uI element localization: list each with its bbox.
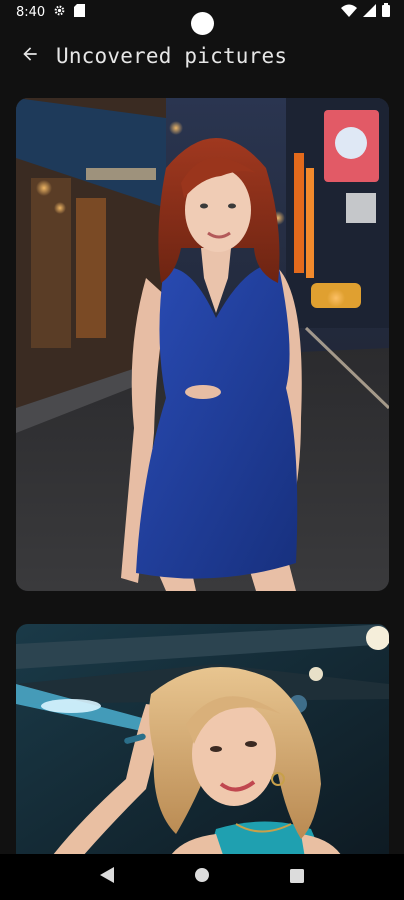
screen: 8:40 Uncovered pictures bbox=[0, 0, 404, 900]
gallery-item[interactable] bbox=[16, 98, 389, 591]
app-bar: Uncovered pictures bbox=[0, 28, 404, 84]
signal-icon bbox=[363, 3, 376, 21]
photo-woman-blue-dress bbox=[16, 98, 389, 591]
nav-back-button[interactable] bbox=[92, 862, 122, 892]
battery-icon bbox=[382, 3, 390, 21]
sim-card-icon bbox=[74, 3, 86, 21]
status-time: 8:40 bbox=[16, 4, 46, 20]
wifi-icon bbox=[341, 4, 357, 21]
page-title: Uncovered pictures bbox=[56, 44, 288, 68]
back-triangle-icon bbox=[100, 867, 115, 887]
gear-icon bbox=[53, 4, 66, 21]
photo-woman-blonde bbox=[16, 624, 389, 854]
gallery-list[interactable] bbox=[0, 84, 404, 854]
status-right bbox=[341, 3, 390, 21]
nav-home-button[interactable] bbox=[187, 862, 217, 892]
gallery-item[interactable] bbox=[16, 624, 389, 854]
recents-square-icon bbox=[289, 868, 304, 887]
nav-recents-button[interactable] bbox=[282, 862, 312, 892]
home-circle-icon bbox=[194, 867, 210, 887]
system-nav-bar bbox=[0, 854, 404, 900]
back-button[interactable] bbox=[14, 40, 46, 72]
status-left: 8:40 bbox=[16, 3, 86, 21]
arrow-back-icon bbox=[20, 44, 40, 68]
